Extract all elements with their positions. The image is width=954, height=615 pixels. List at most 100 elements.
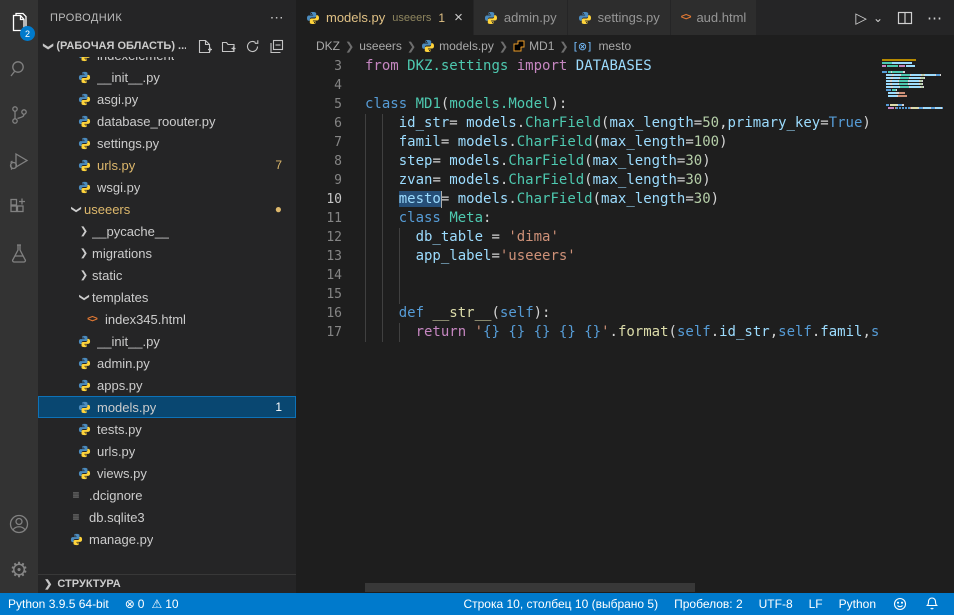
workspace-section-header[interactable]: ❯ (РАБОЧАЯ ОБЛАСТЬ) ...	[38, 35, 296, 57]
line-number[interactable]: 4	[296, 76, 342, 95]
tree-file-tests-py[interactable]: tests.py	[38, 418, 296, 440]
status-language-mode[interactable]: Python	[831, 593, 884, 615]
status-notifications[interactable]	[916, 593, 948, 615]
code-line-12: 12 db_table = 'dima'	[296, 228, 880, 247]
code-line-text[interactable]: return '{} {} {} {} {}'.format(self.id_s…	[365, 323, 879, 342]
line-number[interactable]: 8	[296, 152, 342, 171]
breadcrumb-item-mesto[interactable]: [⊗]mesto	[574, 39, 632, 53]
tree-item-label: tests.py	[97, 422, 142, 437]
tree-folder--pycache-[interactable]: ❯__pycache__	[38, 220, 296, 242]
tree-file-views-py[interactable]: views.py	[38, 462, 296, 484]
tree-file-index345-html[interactable]: <>index345.html	[38, 308, 296, 330]
tab-settings-py[interactable]: settings.py	[568, 0, 670, 35]
tab-models-py[interactable]: models.pyuseeers1×	[296, 0, 473, 35]
breadcrumb-item-md1[interactable]: MD1	[513, 39, 554, 53]
indent-guide	[382, 323, 383, 342]
run-button[interactable]: ▷	[855, 9, 867, 27]
html-file-icon: <>	[87, 314, 97, 325]
status-encoding[interactable]: UTF-8	[751, 593, 801, 615]
refresh-icon[interactable]	[245, 39, 260, 54]
tree-file-models-py[interactable]: models.py1	[38, 396, 296, 418]
status-indentation[interactable]: Пробелов: 2	[666, 593, 751, 615]
code-line-text[interactable]: def __str__(self):	[365, 304, 550, 323]
new-file-icon[interactable]	[197, 39, 212, 54]
chevron-down-icon: ❯	[79, 289, 90, 305]
line-number[interactable]: 11	[296, 209, 342, 228]
code-line-text[interactable]: mesto= models.CharField(max_length=30)	[365, 190, 719, 209]
activitybar-item-accounts[interactable]	[0, 501, 38, 547]
code-line-text[interactable]: class Meta:	[365, 209, 491, 228]
py-file-icon	[76, 135, 92, 151]
new-folder-icon[interactable]	[221, 39, 236, 54]
code-line-text[interactable]: db_table = 'dima'	[365, 228, 559, 247]
activitybar-item-explorer[interactable]: 2	[0, 0, 38, 46]
code-line-text[interactable]: from DKZ.settings import DATABASES	[365, 57, 652, 76]
line-number[interactable]: 13	[296, 247, 342, 266]
tree-file-settings-py[interactable]: settings.py	[38, 132, 296, 154]
tree-file-db-sqlite3[interactable]: ≡db.sqlite3	[38, 506, 296, 528]
tree-file-wsgi-py[interactable]: wsgi.py	[38, 176, 296, 198]
breadcrumb-item-dkz[interactable]: DKZ	[316, 39, 340, 53]
tree-file-urls-py[interactable]: urls.py	[38, 440, 296, 462]
horizontal-scrollbar[interactable]	[365, 583, 695, 592]
tree-file-manage-py[interactable]: manage.py	[38, 528, 296, 550]
minimap[interactable]	[880, 57, 944, 593]
activitybar-item-run-debug[interactable]	[0, 138, 38, 184]
line-number[interactable]: 10	[296, 190, 342, 209]
tab-admin-py[interactable]: admin.py	[474, 0, 567, 35]
status-cursor-position[interactable]: Строка 10, столбец 10 (выбрано 5)	[455, 593, 666, 615]
status-problems[interactable]: ⊗0⚠10	[117, 593, 187, 615]
activitybar-item-settings[interactable]: ⚙	[0, 547, 38, 593]
line-number[interactable]: 15	[296, 285, 342, 304]
activitybar-item-testing[interactable]	[0, 230, 38, 276]
tree-file--init-py[interactable]: __init__.py	[38, 330, 296, 352]
breadcrumb-item-models-py[interactable]: models.py	[421, 39, 494, 53]
code-line-text[interactable]: step= models.CharField(max_length=30)	[365, 152, 711, 171]
indent-guide	[382, 152, 383, 171]
tab-aud-html[interactable]: <>aud.html	[671, 0, 757, 35]
breadcrumb-label: models.py	[439, 39, 494, 53]
tree-folder-useeers[interactable]: ❯useeers●	[38, 198, 296, 220]
outline-section-header[interactable]: ❯ СТРУКТУРА	[38, 574, 296, 593]
status-feedback[interactable]	[884, 593, 916, 615]
status-python-version[interactable]: Python 3.9.5 64-bit	[0, 593, 117, 615]
tree-file-urls-py[interactable]: urls.py7	[38, 154, 296, 176]
split-editor-button[interactable]	[897, 10, 913, 26]
run-dropdown[interactable]: ⌄	[873, 11, 883, 25]
close-icon[interactable]: ×	[454, 10, 463, 25]
line-number[interactable]: 12	[296, 228, 342, 247]
breadcrumb-item-useeers[interactable]: useeers	[359, 39, 402, 53]
code-editor[interactable]: 3 from DKZ.settings import DATABASES 45 cla…	[296, 57, 880, 593]
code-line-text[interactable]: zvan= models.CharField(max_length=30)	[365, 171, 711, 190]
tree-file-indexelement[interactable]: indexelement	[38, 57, 296, 66]
tree-folder-templates[interactable]: ❯templates	[38, 286, 296, 308]
tree-file-asgi-py[interactable]: asgi.py	[38, 88, 296, 110]
tree-file--init-py[interactable]: __init__.py	[38, 66, 296, 88]
more-actions-icon[interactable]: ⋯	[270, 9, 284, 26]
line-number[interactable]: 5	[296, 95, 342, 114]
tree-file--dcignore[interactable]: ≡.dcignore	[38, 484, 296, 506]
more-actions-button[interactable]: ⋯	[927, 9, 942, 27]
line-number[interactable]: 17	[296, 323, 342, 342]
activitybar-item-search[interactable]	[0, 46, 38, 92]
line-number[interactable]: 7	[296, 133, 342, 152]
tree-folder-static[interactable]: ❯static	[38, 264, 296, 286]
tree-file-admin-py[interactable]: admin.py	[38, 352, 296, 374]
activitybar-item-source-control[interactable]	[0, 92, 38, 138]
collapse-all-icon[interactable]	[269, 39, 284, 54]
line-number[interactable]: 16	[296, 304, 342, 323]
tree-folder-migrations[interactable]: ❯migrations	[38, 242, 296, 264]
tree-file-database-roouter-py[interactable]: database_roouter.py	[38, 110, 296, 132]
activitybar-item-extensions[interactable]	[0, 184, 38, 230]
code-line-text[interactable]: class MD1(models.Model):	[365, 95, 567, 114]
line-number[interactable]: 9	[296, 171, 342, 190]
tree-file-apps-py[interactable]: apps.py	[38, 374, 296, 396]
sidebar-header: ПРОВОДНИК ⋯	[38, 0, 296, 35]
code-line-text[interactable]: app_label='useeers'	[365, 247, 576, 266]
code-line-text[interactable]: famil= models.CharField(max_length=100)	[365, 133, 728, 152]
line-number[interactable]: 14	[296, 266, 342, 285]
code-line-text[interactable]: id_str= models.CharField(max_length=50,p…	[365, 114, 871, 133]
status-eol[interactable]: LF	[801, 593, 831, 615]
line-number[interactable]: 6	[296, 114, 342, 133]
line-number[interactable]: 3	[296, 57, 342, 76]
